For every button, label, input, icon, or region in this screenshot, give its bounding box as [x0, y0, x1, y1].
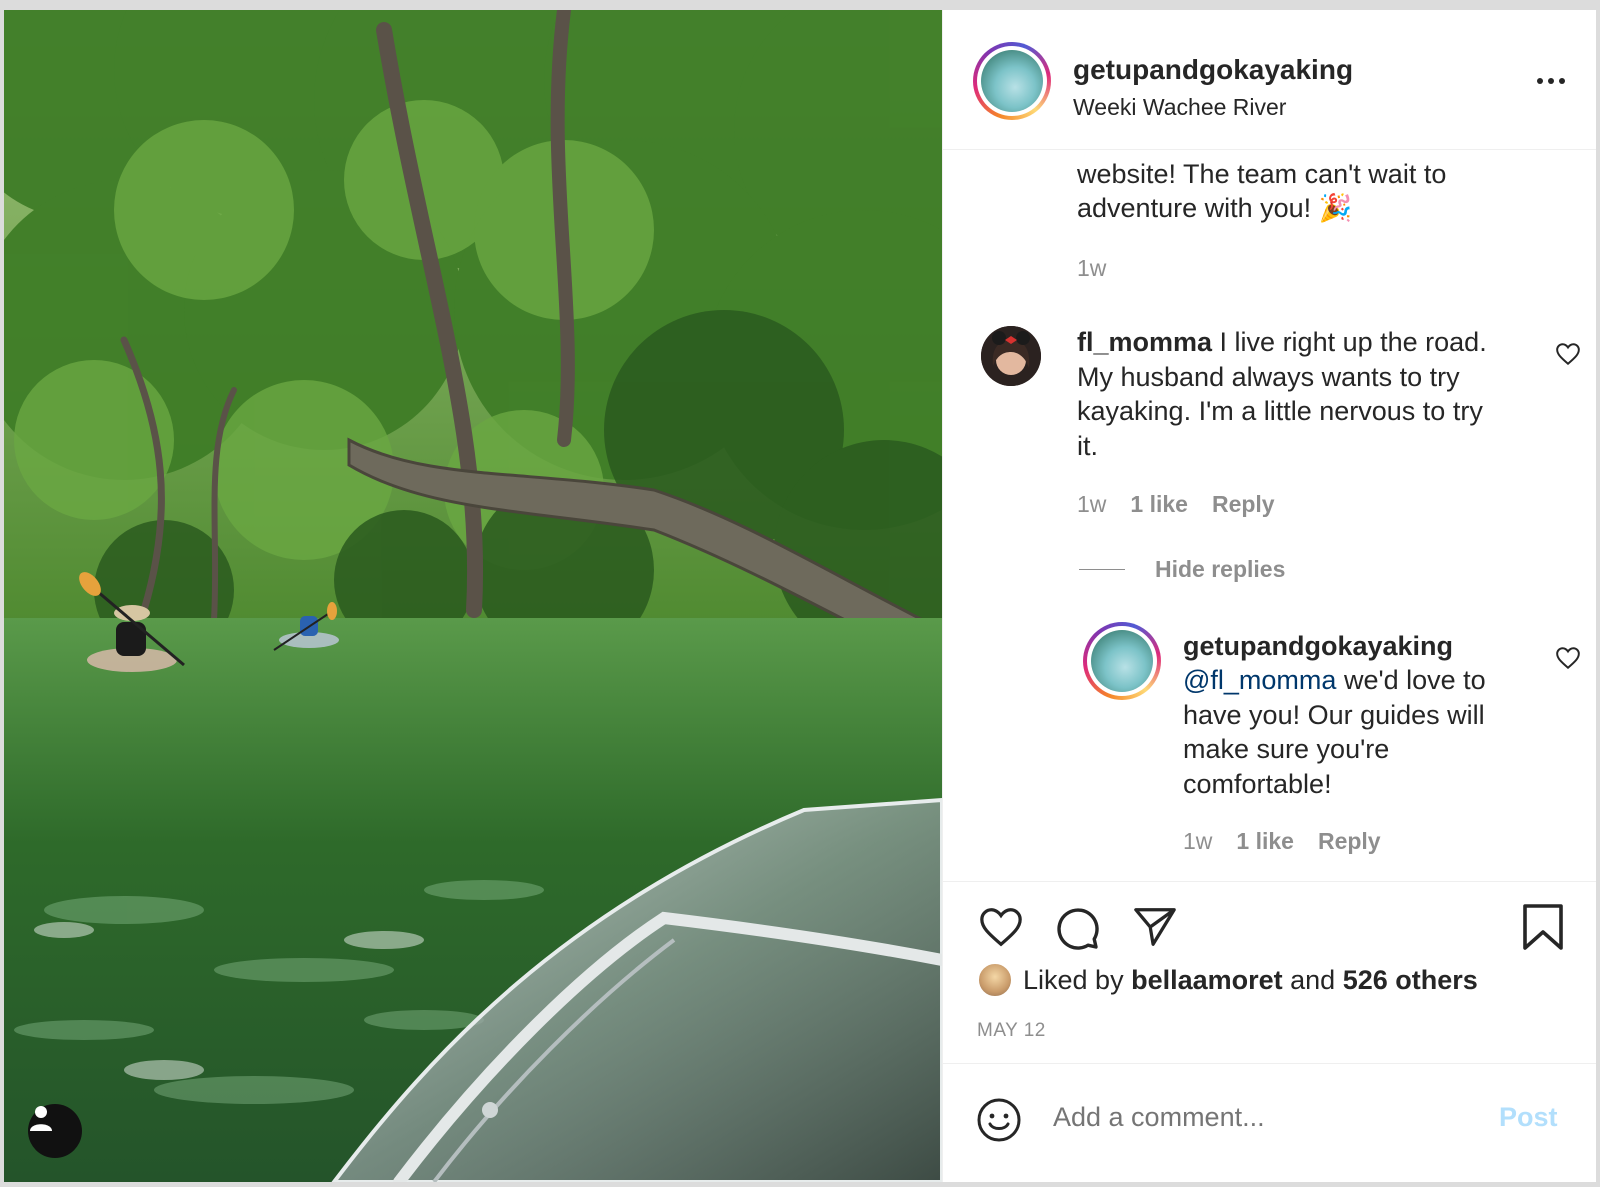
emoji-smiley-icon[interactable]: [975, 1096, 1023, 1144]
reply-meta: 1w 1 like Reply: [1183, 828, 1381, 855]
reply-text: getupandgokayaking: [1183, 629, 1453, 664]
post-date[interactable]: MAY 12: [977, 1020, 1046, 1042]
reply-body: we'd love to: [1336, 665, 1486, 695]
author-username[interactable]: getupandgokayaking: [1073, 54, 1353, 86]
share-paper-plane-icon[interactable]: [1131, 904, 1179, 950]
commenter-photo: [981, 326, 1041, 386]
hide-replies-button[interactable]: Hide replies: [1079, 556, 1285, 583]
liked-by-prefix: Liked by: [1023, 964, 1132, 995]
post-location[interactable]: Weeki Wachee River: [1073, 94, 1286, 121]
comment-body: I live right up the road.: [1212, 327, 1487, 357]
comment-time[interactable]: 1w: [1077, 491, 1106, 518]
kayak-river-photo: [4, 10, 942, 1182]
comment-likes[interactable]: 1 like: [1130, 491, 1188, 518]
comment-text: fl_momma I live right up the road.: [1077, 325, 1487, 360]
user-profile-button[interactable]: [28, 1104, 82, 1158]
hide-replies-label: Hide replies: [1155, 556, 1286, 582]
liker-username[interactable]: bellaamoret: [1131, 965, 1283, 996]
reply-text: @fl_momma we'd love to: [1183, 663, 1486, 698]
comment-text: website! The team can't wait to: [1077, 159, 1447, 189]
reply-text: comfortable!: [1183, 769, 1332, 799]
like-heart-icon[interactable]: [977, 904, 1025, 950]
post-header: getupandgokayaking Weeki Wachee River: [943, 10, 1596, 150]
reply-text: have you! Our guides will: [1183, 700, 1485, 730]
liker-avatar[interactable]: [977, 962, 1013, 998]
likes-count-link[interactable]: 526 others: [1343, 965, 1478, 996]
reply-like-heart-icon[interactable]: [1555, 645, 1581, 671]
reply-reply-button[interactable]: Reply: [1318, 828, 1381, 855]
comment-text: adventure with you! 🎉: [1077, 193, 1353, 223]
comment-bubble-icon[interactable]: [1053, 904, 1101, 952]
reply-author-avatar[interactable]: [1083, 622, 1161, 700]
liked-by-summary: Liked by bellaamoret and 526 others: [977, 962, 1478, 998]
reply-mention-link[interactable]: @fl_momma: [1183, 665, 1336, 695]
person-icon: [30, 1106, 52, 1131]
post-photo[interactable]: [4, 10, 942, 1182]
comment-like-heart-icon[interactable]: [1555, 341, 1581, 367]
comment-username[interactable]: fl_momma: [1077, 327, 1212, 357]
post-comment-button[interactable]: Post: [1499, 1102, 1558, 1133]
comment-reply-button[interactable]: Reply: [1212, 491, 1275, 518]
instagram-post: getupandgokayaking Weeki Wachee River we…: [4, 10, 1596, 1182]
add-comment-bar: Post: [943, 1063, 1596, 1182]
comment-text: it.: [1077, 431, 1099, 461]
comment-meta: 1w 1 like Reply: [1077, 491, 1275, 518]
more-options-icon[interactable]: [1533, 66, 1569, 96]
author-avatar[interactable]: [973, 42, 1051, 120]
post-side-panel: getupandgokayaking Weeki Wachee River we…: [942, 10, 1596, 1182]
reply-likes[interactable]: 1 like: [1236, 828, 1294, 855]
divider: [1079, 569, 1125, 570]
comments-list: website! The team can't wait to adventur…: [943, 151, 1596, 881]
post-actions: Liked by bellaamoret and 526 others MAY …: [943, 881, 1596, 1081]
liked-by-and: and: [1282, 964, 1343, 995]
save-bookmark-icon[interactable]: [1521, 902, 1565, 952]
comment-text: kayaking. I'm a little nervous to try: [1077, 396, 1483, 426]
add-comment-input[interactable]: [1053, 1102, 1453, 1133]
reply-text: make sure you're: [1183, 734, 1390, 764]
reply-username[interactable]: getupandgokayaking: [1183, 631, 1453, 661]
comment-text: My husband always wants to try: [1077, 362, 1460, 392]
comment-meta: 1w: [1077, 255, 1106, 282]
browser-frame: getupandgokayaking Weeki Wachee River we…: [0, 0, 1600, 1187]
reply-time[interactable]: 1w: [1183, 828, 1212, 855]
commenter-avatar[interactable]: [981, 326, 1041, 386]
comment-time[interactable]: 1w: [1077, 255, 1106, 282]
